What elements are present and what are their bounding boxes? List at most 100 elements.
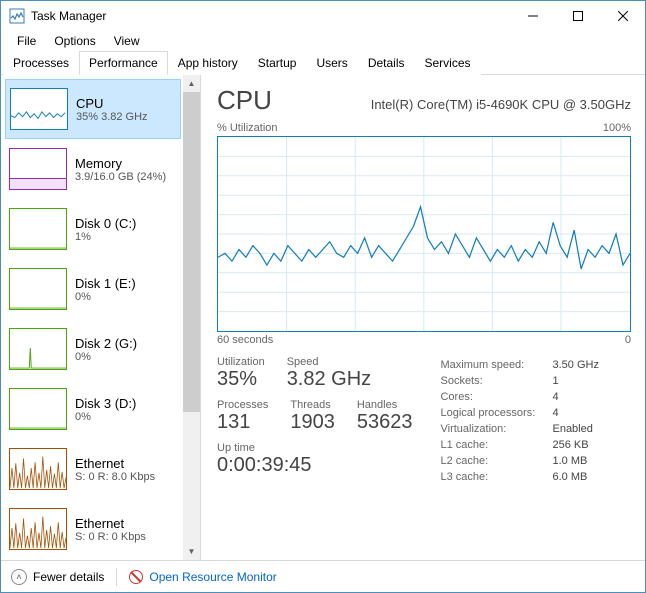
stat-threads: Threads1903: [290, 399, 335, 434]
sidebar-item-disk-2[interactable]: Disk 0 (C:)1%: [5, 199, 181, 259]
stat-label: Processes: [217, 399, 268, 411]
separator: [116, 568, 117, 586]
chart-label-tl: % Utilization: [217, 122, 278, 134]
sidebar-item-disk-4[interactable]: Disk 2 (G:)0%: [5, 319, 181, 379]
sidebar-item-eth-6[interactable]: EthernetS: 0 R: 8.0 Kbps: [5, 439, 181, 499]
stat-key: L2 cache:: [436, 454, 546, 468]
stat-processes: Processes131: [217, 399, 268, 434]
stat-key: Logical processors:: [436, 406, 546, 420]
stat-utilization: Utilization35%: [217, 356, 265, 391]
stat-value: Enabled: [548, 422, 602, 436]
detail-pane: CPU Intel(R) Core(TM) i5-4690K CPU @ 3.5…: [201, 75, 645, 560]
sidebar-item-name: Disk 0 (C:): [75, 216, 136, 231]
stat-key: Cores:: [436, 390, 546, 404]
sidebar-item-sub: S: 0 R: 0 Kbps: [75, 531, 146, 543]
menu-options[interactable]: Options: [46, 32, 103, 50]
sidebar-thumb-icon: [9, 208, 67, 250]
tab-details[interactable]: Details: [358, 51, 415, 75]
menu-file[interactable]: File: [9, 32, 44, 50]
sidebar-item-sub: 3.9/16.0 GB (24%): [75, 171, 166, 183]
sidebar-item-name: Ethernet: [75, 456, 155, 471]
open-resource-monitor-link[interactable]: Open Resource Monitor: [129, 570, 276, 584]
stat-value: 35%: [217, 368, 265, 391]
stat-key: L3 cache:: [436, 470, 546, 484]
stat-value: 6.0 MB: [548, 470, 602, 484]
stats-right: Maximum speed:3.50 GHzSockets:1Cores:4Lo…: [434, 356, 604, 486]
stat-value: 256 KB: [548, 438, 602, 452]
stat-key: Maximum speed:: [436, 358, 546, 372]
utilization-chart[interactable]: [217, 136, 631, 332]
chart-label-bl: 60 seconds: [217, 334, 273, 346]
stat-key: Sockets:: [436, 374, 546, 388]
sidebar-item-name: Disk 1 (E:): [75, 276, 136, 291]
sidebar-item-disk-3[interactable]: Disk 1 (E:)0%: [5, 259, 181, 319]
stat-key: L1 cache:: [436, 438, 546, 452]
stat-value: 0:00:39:45: [217, 454, 412, 477]
sidebar-item-name: Ethernet: [75, 516, 146, 531]
stat-speed: Speed3.82 GHz: [287, 356, 371, 391]
sidebar-thumb-icon: [10, 88, 68, 130]
sidebar-item-name: Memory: [75, 156, 166, 171]
tab-performance[interactable]: Performance: [79, 51, 168, 75]
menu-view[interactable]: View: [106, 32, 148, 50]
stat-value: 1.0 MB: [548, 454, 602, 468]
tab-processes[interactable]: Processes: [3, 51, 79, 75]
sidebar-item-sub: 1%: [75, 231, 136, 243]
stat-value: 53623: [357, 411, 413, 434]
sidebar-item-sub: 0%: [75, 351, 137, 363]
app-icon: [9, 8, 25, 24]
window-title: Task Manager: [31, 9, 510, 23]
sidebar-item-name: CPU: [76, 96, 148, 111]
sidebar-item-eth-7[interactable]: EthernetS: 0 R: 0 Kbps: [5, 499, 181, 559]
tabbar: Processes Performance App history Startu…: [1, 51, 645, 75]
minimize-button[interactable]: [510, 2, 555, 30]
stat-label: Up time: [217, 442, 412, 454]
chart-label-tr: 100%: [603, 122, 631, 134]
stat-label: Handles: [357, 399, 413, 411]
sidebar-item-sub: S: 0 R: 8.0 Kbps: [75, 471, 155, 483]
sidebar-thumb-icon: [9, 328, 67, 370]
detail-subtitle: Intel(R) Core(TM) i5-4690K CPU @ 3.50GHz: [290, 97, 631, 112]
fewer-details-label: Fewer details: [33, 570, 104, 584]
stat-uptime: Up time0:00:39:45: [217, 442, 412, 477]
stat-value: 1: [548, 374, 602, 388]
tab-users[interactable]: Users: [306, 51, 357, 75]
maximize-button[interactable]: [555, 2, 600, 30]
menubar: File Options View: [1, 31, 645, 51]
close-button[interactable]: [600, 2, 645, 30]
stat-handles: Handles53623: [357, 399, 413, 434]
scrollbar-down[interactable]: ▼: [183, 543, 200, 560]
stat-value: 3.82 GHz: [287, 368, 371, 391]
sidebar-thumb-icon: [9, 148, 67, 190]
stat-label: Speed: [287, 356, 371, 368]
stat-value: 4: [548, 406, 602, 420]
sidebar-item-name: Disk 2 (G:): [75, 336, 137, 351]
footer: ˄ Fewer details Open Resource Monitor: [1, 560, 645, 592]
sidebar-item-cpu-0[interactable]: CPU35% 3.82 GHz: [5, 79, 181, 139]
sidebar-item-mem-1[interactable]: Memory3.9/16.0 GB (24%): [5, 139, 181, 199]
sidebar: ▲ ▼ CPU35% 3.82 GHzMemory3.9/16.0 GB (24…: [1, 75, 201, 560]
tab-startup[interactable]: Startup: [248, 51, 307, 75]
sidebar-item-sub: 35% 3.82 GHz: [76, 111, 148, 123]
scrollbar-thumb[interactable]: [183, 92, 200, 412]
sidebar-item-sub: 0%: [75, 291, 136, 303]
resource-monitor-icon: [129, 570, 143, 584]
titlebar: Task Manager: [1, 1, 645, 31]
tab-services[interactable]: Services: [415, 51, 481, 75]
open-resource-monitor-label: Open Resource Monitor: [149, 570, 276, 584]
fewer-details-button[interactable]: ˄ Fewer details: [11, 569, 104, 585]
chevron-up-icon: ˄: [11, 569, 27, 585]
detail-title: CPU: [217, 85, 272, 116]
stat-value: 3.50 GHz: [548, 358, 602, 372]
scrollbar-up[interactable]: ▲: [183, 75, 200, 92]
sidebar-item-disk-5[interactable]: Disk 3 (D:)0%: [5, 379, 181, 439]
chart-label-br: 0: [625, 334, 631, 346]
tab-app-history[interactable]: App history: [168, 51, 248, 75]
stat-label: Utilization: [217, 356, 265, 368]
stat-value: 131: [217, 411, 268, 434]
sidebar-thumb-icon: [9, 508, 67, 550]
stat-value: 4: [548, 390, 602, 404]
stat-label: Threads: [290, 399, 335, 411]
sidebar-thumb-icon: [9, 268, 67, 310]
sidebar-item-name: Disk 3 (D:): [75, 396, 136, 411]
